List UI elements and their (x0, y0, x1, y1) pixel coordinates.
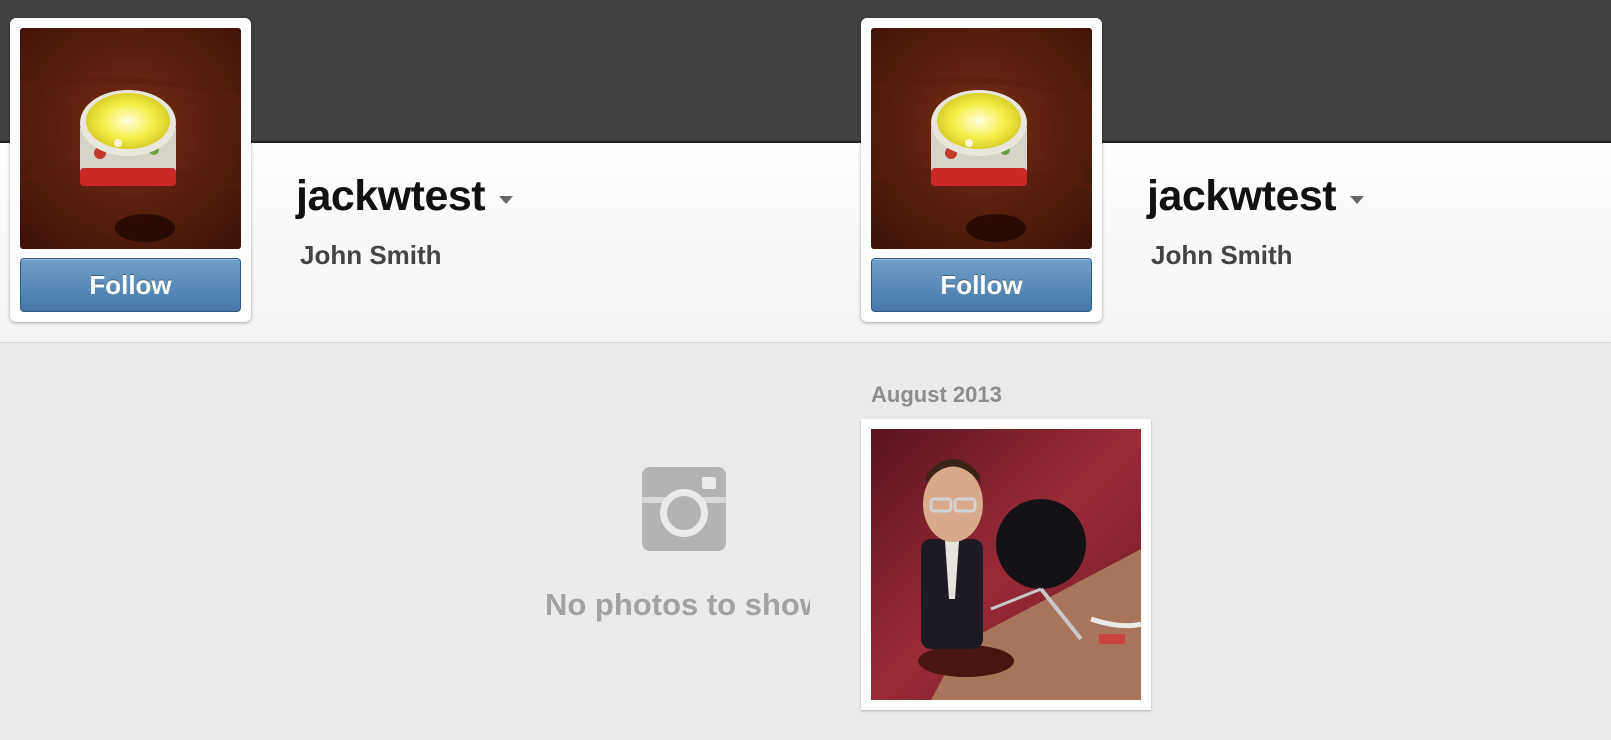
profile-card: Follow (10, 18, 251, 322)
follow-button[interactable]: Follow (871, 258, 1092, 312)
username: jackwtest (1147, 172, 1337, 220)
candle-photo-icon (20, 28, 241, 249)
chevron-down-icon[interactable] (1350, 195, 1365, 204)
month-heading: August 2013 (871, 382, 1002, 407)
avatar (871, 28, 1092, 249)
profile-pane-with-photos: Follow jackwtest John Smith August 2013 (810, 0, 1611, 740)
avatar (20, 28, 241, 249)
profile-pane-empty: Follow jackwtest John Smith No photos to… (0, 0, 810, 740)
username-row: jackwtest (296, 172, 514, 221)
profile-card: Follow (861, 18, 1102, 322)
follow-button[interactable]: Follow (20, 258, 241, 312)
full-name: John Smith (300, 240, 442, 270)
username-row: jackwtest (1147, 172, 1365, 221)
bobblehead-photo-icon (871, 429, 1141, 700)
photo-thumbnail[interactable] (861, 419, 1151, 710)
full-name: John Smith (1151, 240, 1293, 270)
candle-photo-icon (871, 28, 1092, 249)
chevron-down-icon[interactable] (499, 195, 514, 204)
empty-state-message: No photos to show (545, 587, 810, 622)
username: jackwtest (296, 172, 486, 220)
camera-icon (642, 467, 726, 551)
